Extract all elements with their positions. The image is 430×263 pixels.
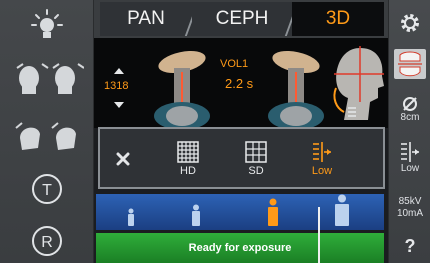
resolution-sd-button[interactable]: SD [234,133,278,185]
light-icon [31,9,63,38]
patient-size-bar [96,194,384,230]
adult-large-icon[interactable] [334,194,350,226]
ready-status-text: Ready for exposure [188,242,292,254]
resolution-value: Low [400,163,420,174]
r-button[interactable]: R [30,224,64,258]
resolution-hd-button[interactable]: HD [166,133,210,185]
resolution-button[interactable]: Low [389,136,430,180]
child-large-icon[interactable] [190,204,202,226]
head-position-side-icon [15,122,76,150]
mode-tabs: PAN CEPH 3D [94,0,388,38]
app-screen: T R PAN CEPH 3D 1318 VOL1 2.2 s HD SD Lo… [0,0,430,263]
help-button[interactable]: ? [389,232,430,260]
diameter-icon [403,97,417,111]
t-circle-icon: T [32,174,62,204]
position-marker [318,207,320,263]
t-button[interactable]: T [30,172,64,206]
volume-label: VOL1 [220,58,249,70]
grid-coarse-icon [245,141,267,163]
svg-text:R: R [41,234,53,251]
height-value: 1318 [104,80,129,92]
fov-button[interactable]: 8cm [389,90,430,130]
right-toolbar: 8cm Low 85kV 10mA ? [388,0,430,263]
close-icon [116,152,130,166]
settings-gear-icon [401,14,419,32]
help-icon: ? [404,235,416,256]
tab-ceph[interactable]: CEPH [192,2,292,36]
device-head-right-image [268,51,324,128]
low-label: Low [311,165,333,177]
device-head-left-image [154,51,210,128]
patient-head-profile-image [333,46,384,120]
child-small-icon[interactable] [126,208,136,226]
tab-pan[interactable]: PAN [100,2,192,36]
dental-arch-button[interactable] [389,46,430,82]
grid-fine-icon [177,141,199,163]
head-position-front-icon [16,63,84,94]
ready-status-bar: Ready for exposure [96,233,384,263]
fov-value: 8cm [400,112,420,123]
positioning-preview: 1318 VOL1 2.2 s [94,38,388,128]
resolution-low-button[interactable]: Low [300,133,344,185]
left-toolbar: T R [0,0,94,263]
resolution-popup: HD SD Low [98,127,385,189]
exposure-time: 2.2 s [225,76,254,91]
hd-label: HD [180,165,196,177]
settings-button[interactable] [389,6,430,40]
r-circle-icon: R [32,226,62,256]
tab-3d[interactable]: 3D [292,2,384,36]
ma-value: 10mA [396,208,424,219]
resolution-icon [401,142,419,162]
head-position-side-button[interactable] [12,118,84,154]
sd-label: SD [248,165,264,177]
close-popup-button[interactable] [108,133,138,185]
adult-medium-icon[interactable] [266,198,280,226]
head-position-front-button[interactable] [12,60,84,96]
kv-value: 85kV [398,196,422,207]
low-resolution-icon [313,142,331,162]
light-button[interactable] [30,8,64,42]
dental-arch-icon [394,49,426,79]
exposure-params-button[interactable]: 85kV 10mA [389,190,430,226]
svg-text:T: T [42,182,52,199]
